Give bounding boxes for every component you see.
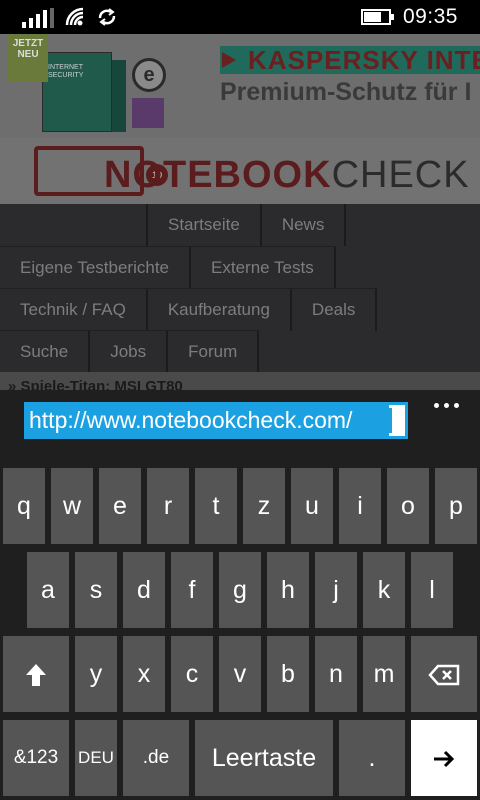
key-l[interactable]: l <box>411 552 453 628</box>
key-u[interactable]: u <box>291 468 333 544</box>
nav-link-externe-tests[interactable]: Externe Tests <box>191 247 336 289</box>
nav-link-eigene-testberichte[interactable]: Eigene Testberichte <box>0 247 192 289</box>
address-bar: http://www.notebookcheck.com/ <box>0 390 480 460</box>
nav-row: Eigene Testberichte Externe Tests <box>0 246 336 289</box>
key-i[interactable]: i <box>339 468 381 544</box>
key-a[interactable]: a <box>27 552 69 628</box>
logo-text-main: NOTEBOOK <box>104 154 332 196</box>
key-g[interactable]: g <box>219 552 261 628</box>
url-input[interactable]: http://www.notebookcheck.com/ <box>24 402 408 439</box>
backspace-icon <box>428 665 460 686</box>
battery-fill <box>363 12 381 22</box>
key-b[interactable]: b <box>267 636 309 712</box>
key-k[interactable]: k <box>363 552 405 628</box>
site-logo[interactable]: 10 NOTEBOOKCHECK <box>0 138 480 204</box>
key-y[interactable]: y <box>75 636 117 712</box>
status-icons-left <box>22 6 118 28</box>
text-caret <box>389 408 392 433</box>
web-page[interactable]: INTERNET SECURITY JETZT NEU e KASPERSKY … <box>0 34 480 390</box>
more-options-button[interactable] <box>426 396 466 414</box>
site-navigation: Startseite News Eigene Testberichte Exte… <box>0 204 480 373</box>
nav-link-suche[interactable]: Suche <box>0 331 91 373</box>
ad-brand: KASPERSKY INTERNET <box>220 46 480 74</box>
go-key[interactable] <box>411 720 477 796</box>
data-sync-icon <box>98 8 116 26</box>
key-z[interactable]: z <box>243 468 285 544</box>
key-w[interactable]: w <box>51 468 93 544</box>
key-q[interactable]: q <box>3 468 45 544</box>
battery-icon <box>360 9 394 25</box>
key-j[interactable]: j <box>315 552 357 628</box>
key-o[interactable]: o <box>387 468 429 544</box>
status-icons-right: 09:35 <box>360 5 458 29</box>
key-s[interactable]: s <box>75 552 117 628</box>
key-v[interactable]: v <box>219 636 261 712</box>
shift-arrow-icon <box>26 664 46 687</box>
key-p[interactable]: p <box>435 468 477 544</box>
shift-key[interactable] <box>3 636 69 712</box>
nav-link-jobs[interactable]: Jobs <box>90 331 169 373</box>
ellipsis-icon <box>433 402 439 408</box>
language-key[interactable]: DEU <box>75 720 117 796</box>
nav-row: Startseite News <box>146 204 347 246</box>
nav-link-deals[interactable]: Deals <box>292 289 378 331</box>
signal-strength-icon <box>22 8 54 28</box>
ad-tagline: Premium-Schutz für I <box>220 78 472 106</box>
ad-banner[interactable]: INTERNET SECURITY JETZT NEU e KASPERSKY … <box>0 34 480 138</box>
key-r[interactable]: r <box>147 468 189 544</box>
key-d[interactable]: d <box>123 552 165 628</box>
nav-link-kaufberatung[interactable]: Kaufberatung <box>148 289 292 331</box>
logo-text-check: CHECK <box>331 154 470 196</box>
nav-row: Technik / FAQ Kaufberatung Deals <box>0 288 378 331</box>
nav-link-forum[interactable]: Forum <box>168 331 260 373</box>
product-box-side <box>112 60 126 132</box>
key-m[interactable]: m <box>363 636 405 712</box>
key-n[interactable]: n <box>315 636 357 712</box>
key-t[interactable]: t <box>195 468 237 544</box>
backspace-key[interactable] <box>411 636 477 712</box>
arrow-right-icon <box>434 751 455 768</box>
logo-text: NOTEBOOKCHECK <box>104 154 470 197</box>
period-key[interactable]: . <box>339 720 405 796</box>
wifi-icon <box>65 7 84 26</box>
key-c[interactable]: c <box>171 636 213 712</box>
ad-product-text: INTERNET SECURITY <box>48 64 84 79</box>
nav-row: Suche Jobs Forum <box>0 330 260 373</box>
seal-icon: e <box>132 58 166 92</box>
ad-new-badge: JETZT NEU <box>8 34 48 82</box>
symbols-key[interactable]: &123 <box>3 720 69 796</box>
nav-link-technik-faq[interactable]: Technik / FAQ <box>0 289 148 331</box>
url-text-selected[interactable]: http://www.notebookcheck.com/ <box>27 405 389 436</box>
status-bar: 09:35 <box>0 0 480 34</box>
key-h[interactable]: h <box>267 552 309 628</box>
key-x[interactable]: x <box>123 636 165 712</box>
play-arrow-icon <box>222 52 236 68</box>
nav-link-startseite[interactable]: Startseite <box>146 204 262 246</box>
on-screen-keyboard: q w e r t z u i o p a s d f g h j k l y … <box>0 460 480 800</box>
key-e[interactable]: e <box>99 468 141 544</box>
clock: 09:35 <box>402 5 458 28</box>
nav-link-news[interactable]: News <box>262 204 347 246</box>
domain-key[interactable]: .de <box>123 720 189 796</box>
breadcrumb[interactable]: » Spiele-Titan: MSI GT80 <box>0 372 480 390</box>
windows-tile-icon <box>132 98 164 128</box>
key-f[interactable]: f <box>171 552 213 628</box>
space-key[interactable]: Leertaste <box>195 720 333 796</box>
